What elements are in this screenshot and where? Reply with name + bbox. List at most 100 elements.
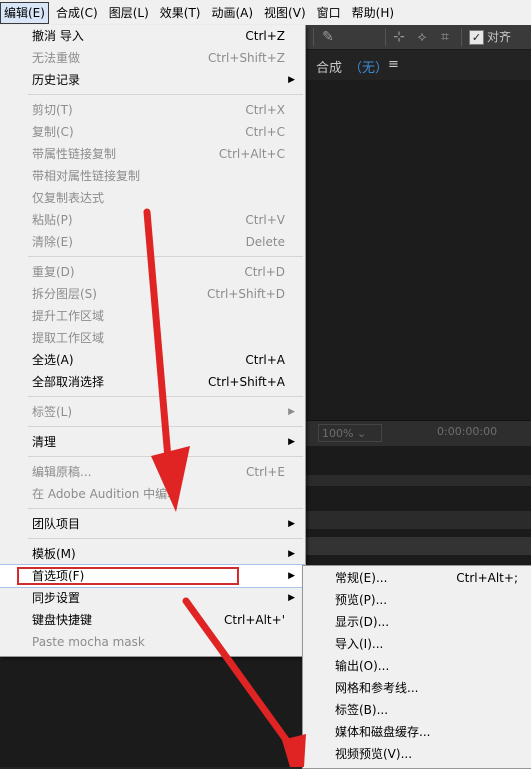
menu-item[interactable]: 团队项目 ▶ bbox=[0, 513, 305, 535]
menu-item: Paste mocha mask bbox=[0, 631, 305, 653]
menubar-item[interactable]: 合成(C) bbox=[52, 3, 102, 23]
submenu-arrow-icon: ▶ bbox=[288, 571, 295, 581]
menu-item-shortcut: Ctrl+Alt+' bbox=[223, 613, 285, 627]
timeline-band bbox=[305, 475, 531, 486]
submenu-item[interactable]: 媒体和磁盘缓存... bbox=[303, 721, 531, 743]
pin-icon[interactable]: ✎ bbox=[319, 28, 337, 46]
menubar-item[interactable]: 视图(V) bbox=[260, 3, 310, 23]
menu-separator bbox=[28, 426, 303, 427]
menu-item: 带属性链接复制 Ctrl+Alt+C bbox=[0, 143, 305, 165]
menu-item-label: 清除(E) bbox=[32, 235, 73, 249]
submenu-arrow-icon: ▶ bbox=[288, 519, 295, 529]
menu-item[interactable]: 清理 ▶ bbox=[0, 431, 305, 453]
submenu-item[interactable]: 视频预览(V)... bbox=[303, 743, 531, 765]
menu-item-label: 带属性链接复制 bbox=[32, 147, 117, 161]
menu-item: 剪切(T) Ctrl+X bbox=[0, 99, 305, 121]
submenu-item[interactable]: 输出(O)... bbox=[303, 655, 531, 677]
menu-item[interactable]: 撤消 导入 Ctrl+Z bbox=[0, 25, 305, 47]
submenu-item-label: 输出(O)... bbox=[335, 659, 390, 673]
submenu-item[interactable]: 标签(B)... bbox=[303, 699, 531, 721]
menu-item-label: 带相对属性链接复制 bbox=[32, 169, 141, 183]
view-axis-icon[interactable]: ⌗ bbox=[436, 28, 454, 46]
menu-item: 提取工作区域 bbox=[0, 327, 305, 349]
menu-item: 仅复制表达式 bbox=[0, 187, 305, 209]
submenu-item-label: 导入(I)... bbox=[335, 637, 384, 651]
menu-item-label: 撤消 导入 bbox=[32, 29, 84, 43]
submenu-item-label: 常规(E)... bbox=[335, 571, 388, 585]
submenu-item-label: 视频预览(V)... bbox=[335, 747, 413, 761]
menu-item-label: 同步设置 bbox=[32, 591, 81, 605]
submenu-item[interactable]: 显示(D)... bbox=[303, 611, 531, 633]
menu-item-label: 粘贴(P) bbox=[32, 213, 73, 227]
local-axis-icon[interactable]: ⊹ bbox=[390, 28, 408, 46]
menu-item-label: 标签(L) bbox=[32, 405, 73, 419]
menu-item-label: 重复(D) bbox=[32, 265, 75, 279]
align-checkbox[interactable]: ✓ bbox=[469, 30, 484, 45]
timecode-display[interactable]: 0:00:00:00 bbox=[437, 425, 497, 438]
submenu-item[interactable]: 网格和参考线... bbox=[303, 677, 531, 699]
menu-item-label: 无法重做 bbox=[32, 51, 81, 65]
menu-item-label: Paste mocha mask bbox=[32, 635, 145, 649]
toolbar-separator bbox=[385, 28, 386, 46]
submenu-arrow-icon: ▶ bbox=[288, 549, 295, 559]
menu-item[interactable]: 同步设置 ▶ bbox=[0, 587, 305, 609]
menu-item-shortcut: Ctrl+A bbox=[245, 353, 285, 367]
submenu-item[interactable]: 常规(E)... Ctrl+Alt+; bbox=[303, 567, 531, 589]
menu-item: 清除(E) Delete bbox=[0, 231, 305, 253]
menu-item-label: 仅复制表达式 bbox=[32, 191, 105, 205]
menu-item: 复制(C) Ctrl+C bbox=[0, 121, 305, 143]
menu-item-shortcut: Ctrl+Shift+A bbox=[208, 375, 285, 389]
menu-item-shortcut: Ctrl+V bbox=[245, 213, 285, 227]
menu-separator bbox=[28, 256, 303, 257]
menu-item-shortcut: Ctrl+Z bbox=[245, 29, 285, 43]
world-axis-icon[interactable]: ⟡ bbox=[413, 28, 431, 46]
menu-separator bbox=[28, 456, 303, 457]
menubar-item[interactable]: 编辑(E) bbox=[0, 1, 49, 24]
menu-separator bbox=[28, 396, 303, 397]
submenu-arrow-icon: ▶ bbox=[288, 593, 295, 603]
menubar-item[interactable]: 图层(L) bbox=[105, 3, 153, 23]
menubar-item[interactable]: 窗口 bbox=[313, 3, 345, 23]
menu-item[interactable]: 历史记录 ▶ bbox=[0, 69, 305, 91]
submenu-item-label: 媒体和磁盘缓存... bbox=[335, 725, 431, 739]
menu-item-shortcut: Ctrl+X bbox=[245, 103, 285, 117]
menu-item[interactable]: 全部取消选择 Ctrl+Shift+A bbox=[0, 371, 305, 393]
menu-item-shortcut: Delete bbox=[245, 235, 285, 249]
menu-item-label: 提取工作区域 bbox=[32, 331, 105, 345]
menu-item: 粘贴(P) Ctrl+V bbox=[0, 209, 305, 231]
submenu-item[interactable]: 预览(P)... bbox=[303, 589, 531, 611]
submenu-arrow-icon: ▶ bbox=[288, 75, 295, 85]
submenu-item-label: 显示(D)... bbox=[335, 615, 390, 629]
menu-item: 在 Adobe Audition 中编辑 bbox=[0, 483, 305, 505]
menu-item: 带相对属性链接复制 bbox=[0, 165, 305, 187]
menu-item-label: 在 Adobe Audition 中编辑 bbox=[32, 487, 180, 501]
menubar-item[interactable]: 效果(T) bbox=[156, 3, 205, 23]
menu-item[interactable]: 模板(M) ▶ bbox=[0, 543, 305, 565]
menu-item-shortcut: Ctrl+Alt+C bbox=[218, 147, 285, 161]
menu-item-label: 编辑原稿... bbox=[32, 465, 92, 479]
menu-item[interactable]: 键盘快捷键 Ctrl+Alt+' bbox=[0, 609, 305, 631]
submenu-item-label: 预览(P)... bbox=[335, 593, 388, 607]
menu-item-label: 提升工作区域 bbox=[32, 309, 105, 323]
menu-item-label: 清理 bbox=[32, 435, 57, 449]
menubar-item[interactable]: 动画(A) bbox=[207, 3, 257, 23]
toolbar-separator bbox=[313, 28, 314, 46]
submenu-item-label: 标签(B)... bbox=[335, 703, 389, 717]
submenu-item[interactable]: 导入(I)... bbox=[303, 633, 531, 655]
menu-item: 拆分图层(S) Ctrl+Shift+D bbox=[0, 283, 305, 305]
panel-menu-icon[interactable]: ≡ bbox=[388, 57, 399, 72]
menu-item-shortcut: Ctrl+D bbox=[244, 265, 285, 279]
edit-menu-dropdown: 撤消 导入 Ctrl+Z 无法重做 Ctrl+Shift+Z 历史记录 ▶ 剪切(T) Ctr… bbox=[0, 25, 306, 657]
composition-label: 合成 bbox=[316, 61, 343, 76]
menu-item[interactable]: 全选(A) Ctrl+A bbox=[0, 349, 305, 371]
menubar-item[interactable]: 帮助(H) bbox=[348, 3, 398, 23]
zoom-select[interactable]: 100% ⌄ bbox=[318, 424, 382, 442]
composition-viewer[interactable] bbox=[305, 80, 531, 420]
submenu-arrow-icon: ▶ bbox=[288, 437, 295, 447]
menu-separator bbox=[28, 94, 303, 95]
composition-name: （无） bbox=[349, 61, 389, 76]
menu-item-label: 模板(M) bbox=[32, 547, 76, 561]
menu-item-shortcut: Ctrl+Shift+D bbox=[207, 287, 285, 301]
menu-item-shortcut: Ctrl+Shift+Z bbox=[208, 51, 285, 65]
menu-item-label: 全部取消选择 bbox=[32, 375, 105, 389]
